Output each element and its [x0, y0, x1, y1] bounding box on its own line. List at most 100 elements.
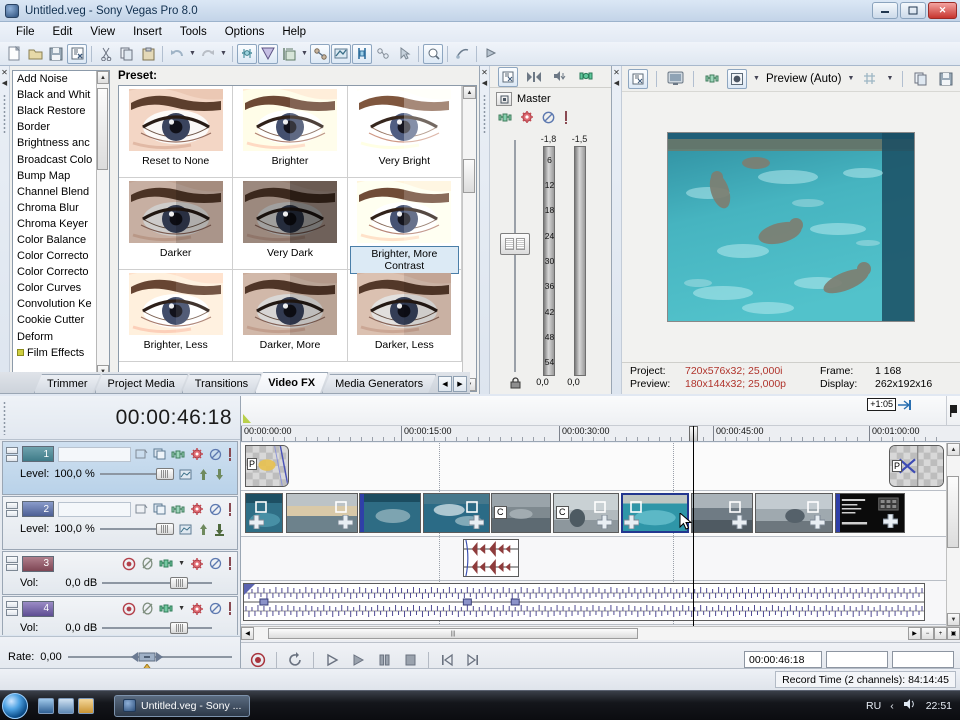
chevron-down-icon[interactable]: ▼ [178, 560, 185, 567]
preset-cell-selected[interactable]: Brighter, More Contrast [347, 178, 462, 274]
rate-value[interactable]: 0,00 [40, 651, 61, 663]
track-size-buttons[interactable] [6, 446, 18, 462]
timeline-horizontal-scrollbar[interactable]: ◀ ||| ▶ − + ▣ [241, 626, 960, 640]
track-fx-icon[interactable] [153, 503, 166, 515]
list-item[interactable]: Channel Blend [13, 184, 96, 200]
slider-knob[interactable] [170, 576, 189, 589]
external-monitor-icon[interactable] [665, 69, 685, 89]
redo-dropdown-arrow[interactable]: ▼ [219, 44, 228, 64]
close-button[interactable]: ✕ [928, 2, 957, 19]
track-level-value[interactable]: 100,0 % [54, 523, 94, 535]
close-icon[interactable]: ✕ [613, 69, 620, 77]
fader-knob[interactable] [500, 232, 530, 255]
explorer-icon[interactable] [78, 697, 94, 714]
list-item[interactable]: Black Restore [13, 103, 96, 119]
play-from-start-button[interactable] [321, 650, 343, 670]
track-number[interactable]: 1 [22, 446, 54, 462]
track-motion-icon[interactable] [135, 503, 148, 515]
record-button[interactable] [247, 650, 269, 670]
track-solo-icon[interactable] [227, 602, 234, 615]
scroll-thumb[interactable]: ||| [268, 628, 638, 639]
timeline-clip[interactable]: P [245, 445, 289, 487]
new-project-icon[interactable] [4, 44, 24, 64]
zoom-edit-tool-icon[interactable] [373, 44, 393, 64]
preset-grid[interactable]: Reset to None Brighter Very Bright Darke… [119, 86, 462, 391]
chevron-left-icon[interactable]: ‹ [890, 700, 894, 712]
drag-handle[interactable] [3, 401, 6, 435]
undo-icon[interactable] [167, 44, 187, 64]
mixer-gripper[interactable]: ✕ ◀ [480, 66, 490, 394]
timeline-clip[interactable] [245, 493, 283, 533]
preview-mode-dropdown-arrow[interactable]: ▼ [846, 69, 855, 89]
zoom-out-icon[interactable]: − [921, 627, 934, 640]
scroll-up-icon[interactable]: ▲ [97, 71, 109, 84]
marker-tool-icon[interactable] [946, 396, 960, 425]
list-item[interactable]: Convolution Ke [13, 296, 96, 312]
maximize-track-icon[interactable] [6, 509, 18, 517]
transport-timecode[interactable]: 00:00:46:18 [744, 651, 822, 668]
track-solo-icon[interactable] [227, 447, 234, 461]
menu-file[interactable]: File [8, 24, 43, 40]
track-fx-chain-icon[interactable] [159, 603, 173, 614]
track-solo-icon[interactable] [227, 557, 234, 570]
scroll-up-icon[interactable]: ▲ [947, 443, 960, 456]
track-mute-icon[interactable] [209, 602, 222, 615]
effects-list[interactable]: Add Noise Black and Whit Black Restore B… [13, 71, 96, 378]
track-mute-icon[interactable] [209, 448, 222, 461]
scroll-down-icon[interactable]: ▼ [947, 613, 960, 626]
timeline-track-1[interactable]: P P [241, 443, 946, 491]
scroll-track[interactable] [97, 84, 109, 365]
taskbar-task-vegas[interactable]: Untitled.veg - Sony ... [114, 694, 251, 717]
scroll-up-icon[interactable]: ▲ [463, 86, 476, 99]
timeline-clip[interactable] [286, 493, 358, 533]
drag-handle[interactable] [483, 94, 486, 134]
track-number[interactable]: 4 [22, 600, 54, 617]
track-name-field[interactable] [58, 601, 118, 616]
preset-cell[interactable]: Reset to None [119, 86, 234, 178]
envelope-dropdown-arrow[interactable]: ▼ [300, 44, 309, 64]
scroll-right-icon[interactable]: ▶ [908, 627, 921, 640]
grid-overlay-dropdown-arrow[interactable]: ▼ [885, 69, 894, 89]
preset-cell[interactable]: Darker, More [233, 270, 348, 362]
pause-button[interactable] [373, 650, 395, 670]
track-header-1[interactable]: 1 Level: 100,0 % [2, 441, 238, 495]
mixer-mute-icon[interactable] [542, 111, 555, 127]
preset-cell[interactable]: Brighter, Less [119, 270, 234, 362]
list-item[interactable]: Broadcast Colo [13, 151, 96, 167]
tab-media-generators[interactable]: Media Generators [322, 374, 436, 393]
list-item[interactable]: Cookie Cutter [13, 312, 96, 328]
drag-handle[interactable] [3, 94, 6, 134]
lock-icon[interactable] [498, 377, 532, 389]
video-preview-frame[interactable] [667, 132, 915, 322]
maximize-button[interactable] [900, 2, 926, 19]
auto-ripple-icon[interactable] [258, 43, 278, 64]
master-fader[interactable] [498, 132, 532, 376]
menu-insert[interactable]: Insert [125, 24, 170, 40]
minimize-track-icon[interactable] [6, 446, 18, 454]
tab-transitions[interactable]: Transitions [182, 374, 261, 393]
timeline-track-2[interactable]: C C [241, 491, 946, 537]
mixer-fx-icon[interactable] [520, 110, 534, 127]
track-settings-icon[interactable] [190, 602, 204, 616]
mixer-properties-icon[interactable] [498, 66, 518, 87]
rate-slider[interactable] [67, 649, 232, 673]
menu-help[interactable]: Help [274, 24, 314, 40]
transport-field-3[interactable] [892, 651, 954, 668]
track-number[interactable]: 3 [22, 555, 54, 572]
track-mute-icon[interactable] [209, 503, 222, 516]
record-arm-icon[interactable] [122, 557, 136, 571]
track-name-field[interactable] [58, 556, 118, 571]
list-item[interactable]: Deform [13, 329, 96, 345]
track-settings-icon[interactable] [190, 557, 204, 571]
scroll-track[interactable] [463, 99, 476, 378]
timeline-clip[interactable] [243, 583, 925, 621]
track-invert-phase-icon[interactable] [141, 557, 154, 570]
timeline-track-4[interactable] [241, 581, 946, 625]
list-item[interactable]: Chroma Keyer [13, 216, 96, 232]
fx-panel-gripper[interactable]: ✕ ◀ [0, 66, 10, 394]
list-item[interactable]: Black and Whit [13, 87, 96, 103]
track-fx-icon[interactable] [153, 448, 166, 460]
effects-list-vertical-scrollbar[interactable]: ▲ ▼ [96, 71, 109, 378]
preset-cell[interactable]: Very Dark [233, 178, 348, 270]
start-button[interactable] [2, 692, 28, 719]
